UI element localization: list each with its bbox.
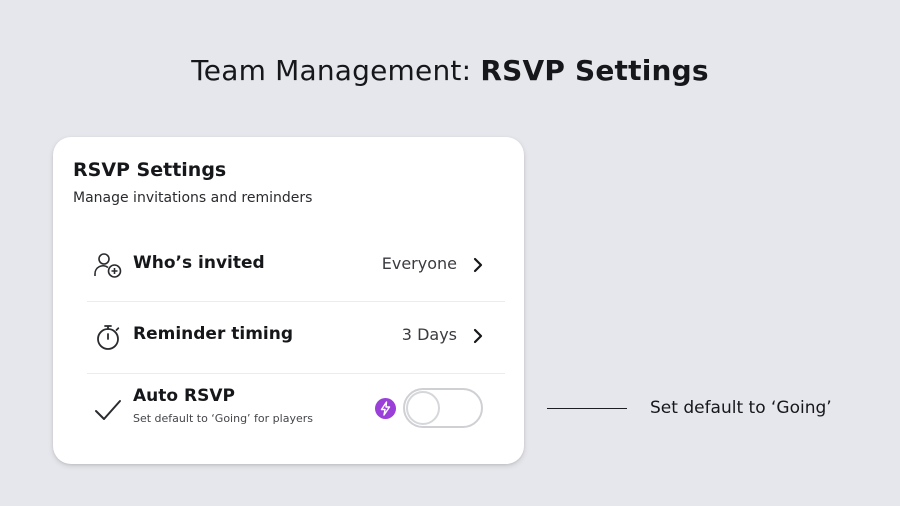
auto-rsvp-toggle[interactable] [403,388,483,428]
lightning-bolt-icon [375,398,396,419]
callout-line [547,408,627,409]
auto-rsvp-sublabel: Set default to ‘Going’ for players [133,412,313,425]
auto-rsvp-row: Auto RSVP Set default to ‘Going’ for pla… [87,374,505,444]
rsvp-settings-card: RSVP Settings Manage invitations and rem… [53,137,524,464]
page-title: Team Management: RSVP Settings [0,54,900,87]
whos-invited-label: Who’s invited [133,253,265,273]
stopwatch-icon [93,322,123,352]
whos-invited-row[interactable]: Who’s invited Everyone [87,231,505,301]
reminder-timing-value: 3 Days [401,325,457,344]
callout-text: Set default to ‘Going’ [650,398,832,418]
toggle-knob [406,391,440,425]
chevron-right-icon [471,327,485,345]
whos-invited-value: Everyone [381,254,457,273]
reminder-timing-row[interactable]: Reminder timing 3 Days [87,302,505,372]
auto-rsvp-label: Auto RSVP [133,386,235,406]
page-title-emphasis: RSVP Settings [480,54,709,87]
page-title-prefix: Team Management: [191,54,481,87]
people-add-icon [93,251,123,281]
reminder-timing-label: Reminder timing [133,324,294,344]
card-subtitle: Manage invitations and reminders [73,190,313,206]
checkmark-icon [93,396,123,426]
card-title: RSVP Settings [73,159,227,181]
chevron-right-icon [471,256,485,274]
